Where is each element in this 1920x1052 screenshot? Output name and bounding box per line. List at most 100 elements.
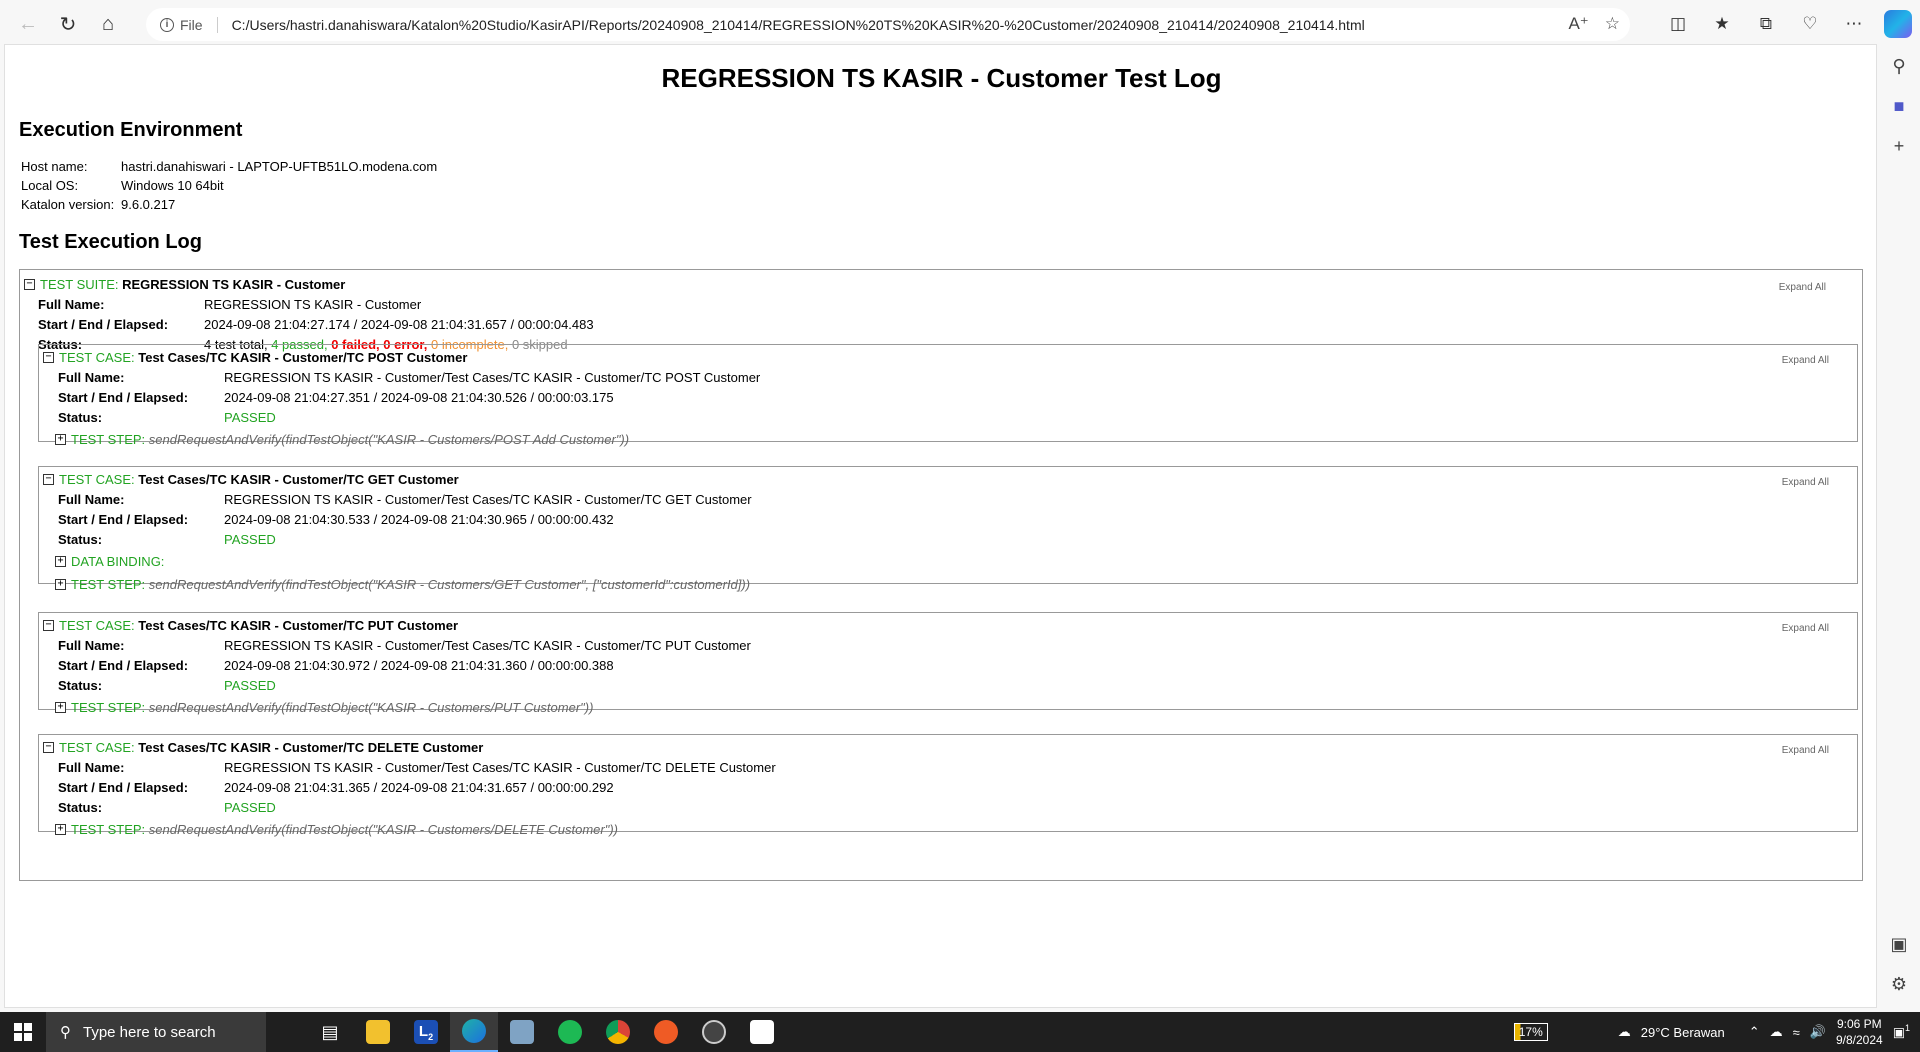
search-icon: ⚲ — [60, 1024, 71, 1041]
expand-icon[interactable]: + — [55, 555, 66, 567]
collapse-icon[interactable]: − — [24, 278, 35, 290]
browser-essentials-icon[interactable]: ♡ — [1792, 8, 1828, 40]
app-icon[interactable] — [498, 1012, 546, 1052]
expand-icon[interactable]: + — [55, 578, 66, 590]
env-key: Host name: — [21, 159, 88, 174]
test-step-node[interactable]: + TEST STEP: sendRequestAndVerify(findTe… — [39, 817, 1857, 841]
expand-all-link[interactable]: Expand All — [1782, 623, 1829, 634]
screenshot-icon[interactable]: ▣ — [1878, 924, 1920, 964]
case-type-label: TEST CASE: — [59, 349, 135, 365]
case-header[interactable]: − TEST CASE: Test Cases/TC KASIR - Custo… — [39, 347, 1857, 367]
spotify-icon[interactable] — [546, 1012, 594, 1052]
back-icon[interactable]: ← — [8, 4, 48, 44]
prop-label: Status: — [58, 531, 103, 547]
case-header[interactable]: − TEST CASE: Test Cases/TC KASIR - Custo… — [39, 469, 1857, 489]
task-view-icon[interactable]: ▤ — [306, 1012, 354, 1052]
test-step-node[interactable]: + TEST STEP: sendRequestAndVerify(findTe… — [39, 573, 1857, 595]
expand-all-link[interactable]: Expand All — [1782, 355, 1829, 366]
expand-all-link[interactable]: Expand All — [1779, 282, 1826, 293]
case-name: Test Cases/TC KASIR - Customer/TC PUT Cu… — [138, 617, 459, 633]
url-text[interactable]: C:/Users/hastri.danahiswara/Katalon%20St… — [232, 17, 1365, 33]
case-name: Test Cases/TC KASIR - Customer/TC GET Cu… — [138, 471, 459, 487]
case-header[interactable]: − TEST CASE: Test Cases/TC KASIR - Custo… — [39, 737, 1857, 757]
case-type-label: TEST CASE: — [59, 471, 135, 487]
network-icon[interactable]: ≈ — [1793, 1025, 1800, 1040]
l-app-icon[interactable]: L2 — [402, 1012, 450, 1052]
case-full-name: REGRESSION TS KASIR - Customer/Test Case… — [224, 759, 776, 775]
case-status: PASSED — [224, 409, 276, 425]
case-timing: 2024-09-08 21:04:30.972 / 2024-09-08 21:… — [224, 657, 614, 673]
add-icon[interactable]: + — [1878, 126, 1920, 166]
read-aloud-icon[interactable]: A⁺ — [1568, 14, 1588, 34]
katalon-icon[interactable] — [738, 1012, 786, 1052]
chrome-icon[interactable] — [594, 1012, 642, 1052]
browser-tools: ◫ ★ ⧉ ♡ ⋯ — [1660, 8, 1916, 40]
weather-text[interactable]: 29°C Berawan — [1641, 1025, 1725, 1040]
test-step-node[interactable]: + TEST STEP: sendRequestAndVerify(findTe… — [39, 695, 1857, 719]
prop-label: Start / End / Elapsed: — [58, 779, 189, 795]
copilot-icon[interactable] — [1884, 10, 1912, 38]
prop-label: Start / End / Elapsed: — [38, 316, 169, 332]
expand-icon[interactable]: + — [55, 433, 66, 445]
more-icon[interactable]: ⋯ — [1836, 8, 1872, 40]
env-key: Katalon version: — [21, 197, 115, 212]
show-hidden-icons[interactable]: ⌃ — [1749, 1024, 1760, 1040]
home-icon[interactable]: ⌂ — [88, 4, 128, 44]
onedrive-icon[interactable]: ☁ — [1770, 1024, 1783, 1040]
step-text: sendRequestAndVerify(findTestObject("KAS… — [148, 821, 619, 837]
battery-indicator[interactable]: 17% — [1513, 1023, 1548, 1041]
favorite-star-icon[interactable]: ☆ — [1605, 14, 1620, 34]
weather-icon[interactable]: ☁ — [1618, 1024, 1631, 1040]
step-text: sendRequestAndVerify(findTestObject("KAS… — [148, 576, 751, 592]
start-button[interactable] — [0, 1012, 46, 1052]
settings-gear-icon[interactable]: ⚙ — [1878, 964, 1920, 1004]
expand-all-link[interactable]: Expand All — [1782, 477, 1829, 488]
env-value: hastri.danahiswari - LAPTOP-UFTB51LO.mod… — [121, 159, 438, 174]
clock-date: 9/8/2024 — [1835, 1033, 1883, 1047]
taskbar-search[interactable]: ⚲ Type here to search — [46, 1012, 266, 1052]
address-bar[interactable]: i File C:/Users/hastri.danahiswara/Katal… — [146, 8, 1630, 41]
suite-timing: 2024-09-08 21:04:27.174 / 2024-09-08 21:… — [204, 316, 594, 332]
case-name: Test Cases/TC KASIR - Customer/TC DELETE… — [138, 739, 484, 755]
env-value: 9.6.0.217 — [121, 197, 176, 212]
test-case-node: Expand All − TEST CASE: Test Cases/TC KA… — [38, 734, 1858, 837]
expand-all-link[interactable]: Expand All — [1782, 745, 1829, 756]
case-status: PASSED — [224, 799, 276, 815]
suite-type-label: TEST SUITE: — [40, 276, 119, 292]
case-name: Test Cases/TC KASIR - Customer/TC POST C… — [138, 349, 468, 365]
favorites-icon[interactable]: ★ — [1704, 8, 1740, 40]
file-explorer-icon[interactable] — [354, 1012, 402, 1052]
case-full-name: REGRESSION TS KASIR - Customer/Test Case… — [224, 369, 761, 385]
edge-icon[interactable] — [450, 1012, 498, 1052]
step-label: TEST STEP: — [71, 821, 146, 837]
collapse-icon[interactable]: − — [43, 619, 54, 631]
test-step-node[interactable]: + TEST STEP: sendRequestAndVerify(findTe… — [39, 427, 1857, 451]
collapse-icon[interactable]: − — [43, 741, 54, 753]
expand-icon[interactable]: + — [55, 823, 66, 835]
test-case-node: Expand All − TEST CASE: Test Cases/TC KA… — [38, 612, 1858, 715]
data-binding-node[interactable]: + DATA BINDING: — [39, 549, 1857, 573]
log-heading: Test Execution Log — [19, 231, 202, 253]
search-placeholder: Type here to search — [83, 1023, 216, 1041]
windows-logo-icon — [14, 1023, 32, 1041]
expand-icon[interactable]: + — [55, 701, 66, 713]
notification-count: 1 — [1904, 1023, 1910, 1034]
site-info[interactable]: i File — [160, 17, 203, 33]
volume-icon[interactable]: 🔊 — [1810, 1024, 1826, 1040]
browser-toolbar: ← ↻ ⌂ i File C:/Users/hastri.danahiswara… — [0, 0, 1920, 48]
media-player-icon[interactable] — [690, 1012, 738, 1052]
case-header[interactable]: − TEST CASE: Test Cases/TC KASIR - Custo… — [39, 615, 1857, 635]
notification-icon[interactable]: ▣1 — [1893, 1023, 1910, 1040]
split-screen-icon[interactable]: ◫ — [1660, 8, 1696, 40]
suite-header[interactable]: − TEST SUITE: REGRESSION TS KASIR - Cust… — [20, 274, 1862, 294]
search-icon[interactable]: ⚲ — [1878, 46, 1920, 86]
collapse-icon[interactable]: − — [43, 351, 54, 363]
case-type-label: TEST CASE: — [59, 739, 135, 755]
collapse-icon[interactable]: − — [43, 473, 54, 485]
url-scheme-label: File — [180, 16, 203, 33]
collections-icon[interactable]: ⧉ — [1748, 8, 1784, 40]
teams-icon[interactable]: ■ — [1878, 86, 1920, 126]
clock[interactable]: 9:06 PM 9/8/2024 — [1836, 1016, 1883, 1048]
postman-icon[interactable] — [642, 1012, 690, 1052]
refresh-icon[interactable]: ↻ — [48, 4, 88, 44]
